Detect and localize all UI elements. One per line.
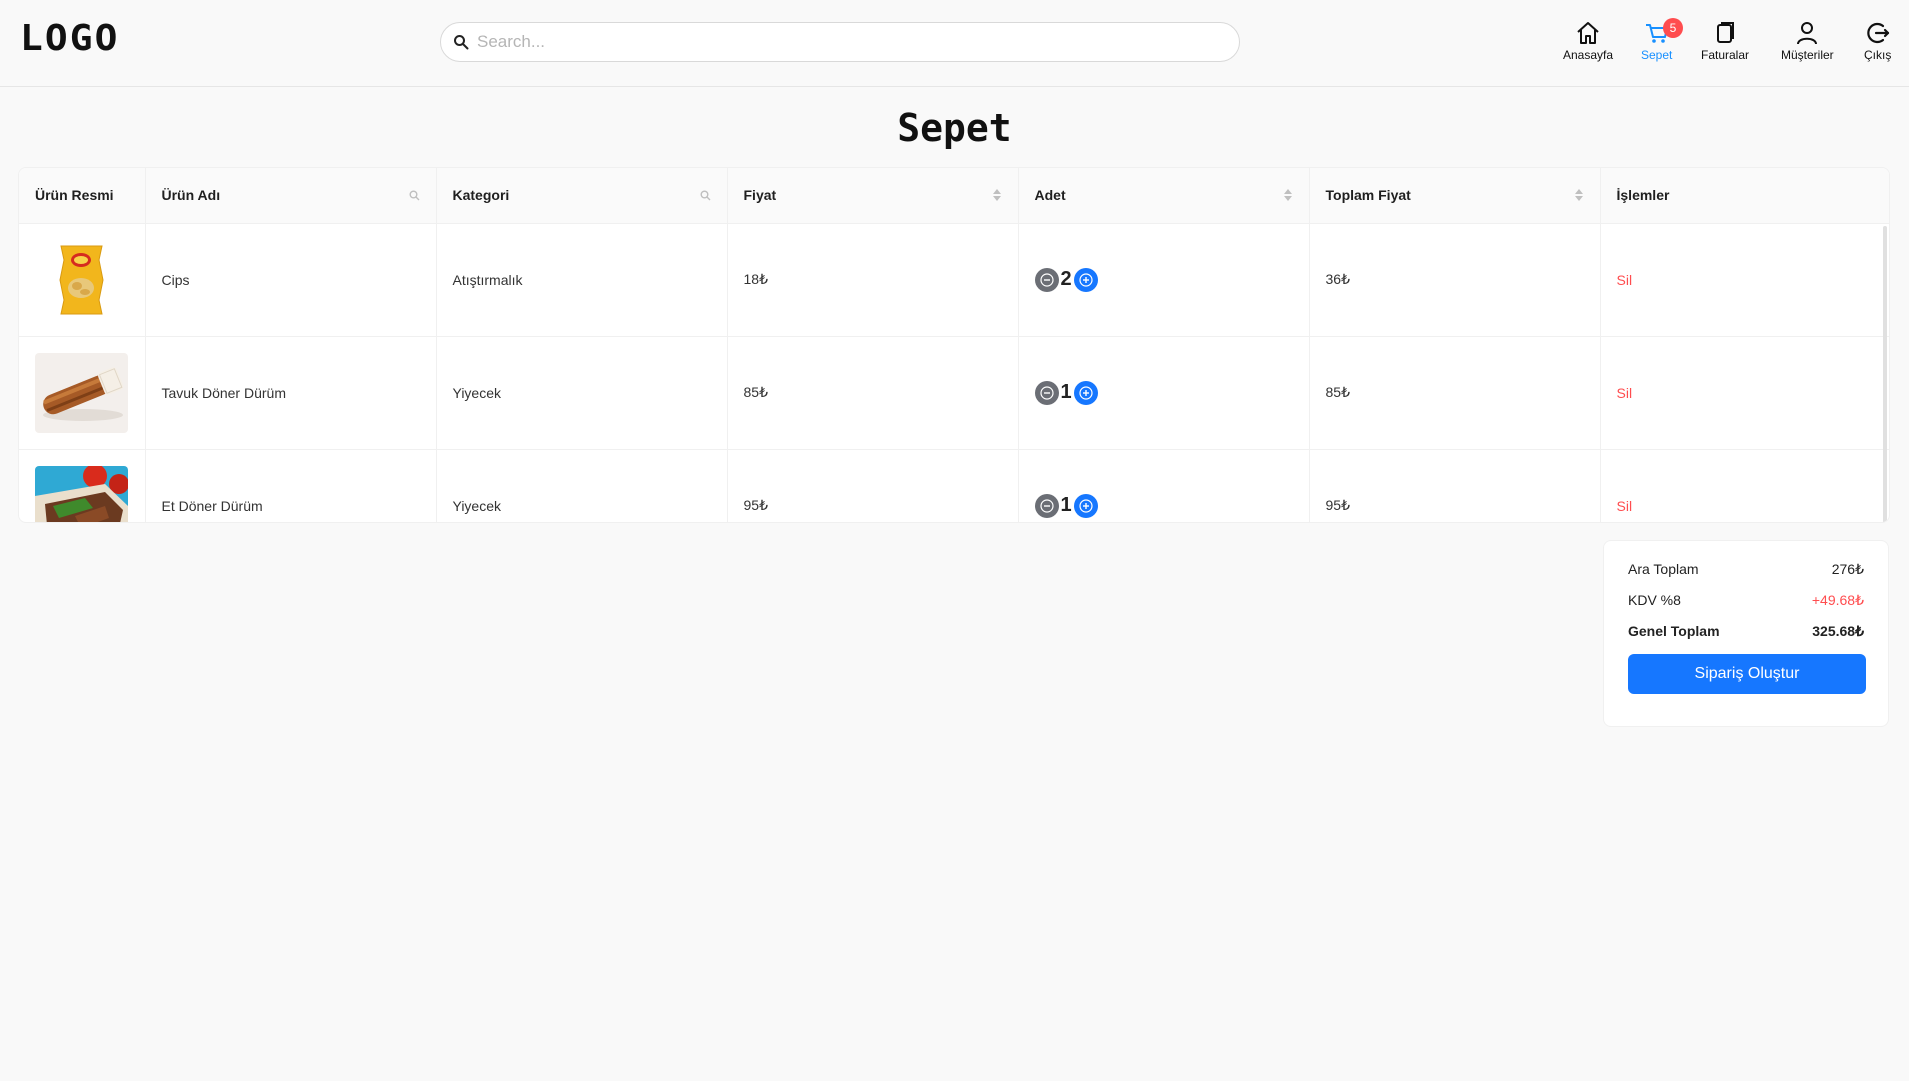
minus-circle-icon <box>1039 385 1054 400</box>
product-image-meat-wrap <box>35 465 128 522</box>
grand-total-row: Genel Toplam 325.68₺ <box>1628 623 1864 640</box>
logout-icon <box>1866 22 1889 44</box>
decrease-qty-button[interactable] <box>1034 267 1059 292</box>
cell-category: Atıştırmalık <box>436 223 728 337</box>
user-icon <box>1797 22 1818 45</box>
qty-value: 2 <box>1060 268 1072 290</box>
order-summary: Ara Toplam 276₺ KDV %8 +49.68₺ Genel Top… <box>1603 540 1889 727</box>
cell-total: 36₺ <box>1309 223 1601 337</box>
cell-total: 85₺ <box>1309 336 1601 450</box>
cell-qty: 2 <box>1018 223 1310 337</box>
decrease-qty-button[interactable] <box>1034 380 1059 405</box>
nav-logout-label: Çıkış <box>1864 48 1892 62</box>
col-header-name: Ürün Adı <box>145 168 437 224</box>
subtotal-value: 276₺ <box>1831 561 1864 577</box>
cell-product-name: Cips <box>145 223 437 337</box>
minus-circle-icon <box>1039 272 1054 287</box>
page-title: Sepet <box>897 106 1012 150</box>
col-header-category-label: Kategori <box>452 187 510 204</box>
col-header-image-label: Ürün Resmi <box>35 187 114 204</box>
col-header-total[interactable]: Toplam Fiyat <box>1309 168 1601 224</box>
minus-circle-icon <box>1039 498 1054 513</box>
grand-total-value: 325.68₺ <box>1812 623 1864 639</box>
grand-total-label: Genel Toplam <box>1628 623 1720 639</box>
cell-category: Yiyecek <box>436 336 728 450</box>
nav-cart[interactable]: 5 Sepet <box>1641 18 1683 62</box>
delete-button[interactable]: Sil <box>1617 272 1633 288</box>
cell-total: 95₺ <box>1309 449 1601 522</box>
nav-home-label: Anasayfa <box>1563 48 1614 62</box>
nav-customers[interactable]: Müşteriler <box>1781 20 1834 62</box>
sort-icon[interactable] <box>1572 187 1586 203</box>
table-row: Et Döner Dürüm Yiyecek 95₺ 1 95₺ Sil <box>19 449 1889 522</box>
cell-actions: Sil <box>1600 449 1889 522</box>
cart-table: Ürün Resmi Ürün Adı Kategori Fiyat Adet … <box>18 167 1890 523</box>
subtotal-label: Ara Toplam <box>1628 561 1699 577</box>
cell-price: 18₺ <box>727 223 1019 337</box>
increase-qty-button[interactable] <box>1073 380 1098 405</box>
sort-icon[interactable] <box>990 187 1004 203</box>
subtotal-row: Ara Toplam 276₺ <box>1628 561 1864 578</box>
nav-invoices-label: Faturalar <box>1701 48 1750 62</box>
invoice-icon <box>1717 22 1735 43</box>
sort-icon[interactable] <box>1281 187 1295 203</box>
cell-image <box>19 336 146 450</box>
increase-qty-button[interactable] <box>1073 493 1098 518</box>
cell-qty: 1 <box>1018 336 1310 450</box>
cell-price: 85₺ <box>727 336 1019 450</box>
increase-qty-button[interactable] <box>1073 267 1098 292</box>
filter-search-icon[interactable] <box>408 187 422 203</box>
col-header-price[interactable]: Fiyat <box>727 168 1019 224</box>
col-header-name-label: Ürün Adı <box>161 187 221 204</box>
delete-button[interactable]: Sil <box>1617 498 1633 514</box>
plus-circle-icon <box>1079 385 1093 400</box>
cell-qty: 1 <box>1018 449 1310 522</box>
nav-cart-label: Sepet <box>1641 48 1673 62</box>
nav-customers-label: Müşteriler <box>1781 48 1834 62</box>
qty-value: 1 <box>1060 381 1072 403</box>
cell-image <box>19 449 146 522</box>
nav-invoices[interactable]: Faturalar <box>1701 20 1749 62</box>
nav-home[interactable]: Anasayfa <box>1563 20 1613 62</box>
col-header-qty[interactable]: Adet <box>1018 168 1310 224</box>
col-header-actions-label: İşlemler <box>1616 187 1670 204</box>
cell-price: 95₺ <box>727 449 1019 522</box>
product-image-chips <box>35 239 128 320</box>
cell-actions: Sil <box>1600 223 1889 337</box>
nav-logout[interactable]: Çıkış <box>1864 20 1891 62</box>
col-header-total-label: Toplam Fiyat <box>1325 187 1411 204</box>
logo[interactable]: LOGO <box>20 18 119 59</box>
filter-search-icon[interactable] <box>699 187 713 203</box>
decrease-qty-button[interactable] <box>1034 493 1059 518</box>
tax-row: KDV %8 +49.68₺ <box>1628 592 1864 609</box>
qty-value: 1 <box>1060 494 1072 516</box>
home-icon <box>1577 22 1599 44</box>
table-row: Cips Atıştırmalık 18₺ 2 36₺ Sil <box>19 223 1889 337</box>
plus-circle-icon <box>1079 272 1093 287</box>
plus-circle-icon <box>1079 498 1093 513</box>
table-header-row: Ürün Resmi Ürün Adı Kategori Fiyat Adet … <box>19 168 1889 224</box>
col-header-price-label: Fiyat <box>743 187 777 204</box>
table-scrollbar[interactable] <box>1883 226 1887 522</box>
tax-label: KDV %8 <box>1628 592 1681 608</box>
delete-button[interactable]: Sil <box>1617 385 1633 401</box>
search-bar[interactable] <box>440 22 1240 62</box>
col-header-qty-label: Adet <box>1034 187 1066 204</box>
col-header-image: Ürün Resmi <box>19 168 146 224</box>
product-image-chicken-wrap <box>35 352 128 433</box>
cell-image <box>19 223 146 337</box>
create-order-button[interactable]: Sipariş Oluştur <box>1628 654 1866 694</box>
header: LOGO Anasayfa 5 Sepet Faturalar Müşteril… <box>0 0 1909 87</box>
cell-category: Yiyecek <box>436 449 728 522</box>
cell-product-name: Et Döner Dürüm <box>145 449 437 522</box>
search-icon <box>454 35 469 50</box>
table-row: Tavuk Döner Dürüm Yiyecek 85₺ 1 85₺ Sil <box>19 336 1889 450</box>
cart-count-badge: 5 <box>1663 18 1683 38</box>
tax-value: +49.68₺ <box>1811 592 1864 608</box>
cell-product-name: Tavuk Döner Dürüm <box>145 336 437 450</box>
col-header-actions: İşlemler <box>1600 168 1889 224</box>
search-input[interactable] <box>477 32 1217 52</box>
cell-actions: Sil <box>1600 336 1889 450</box>
col-header-category: Kategori <box>436 168 728 224</box>
